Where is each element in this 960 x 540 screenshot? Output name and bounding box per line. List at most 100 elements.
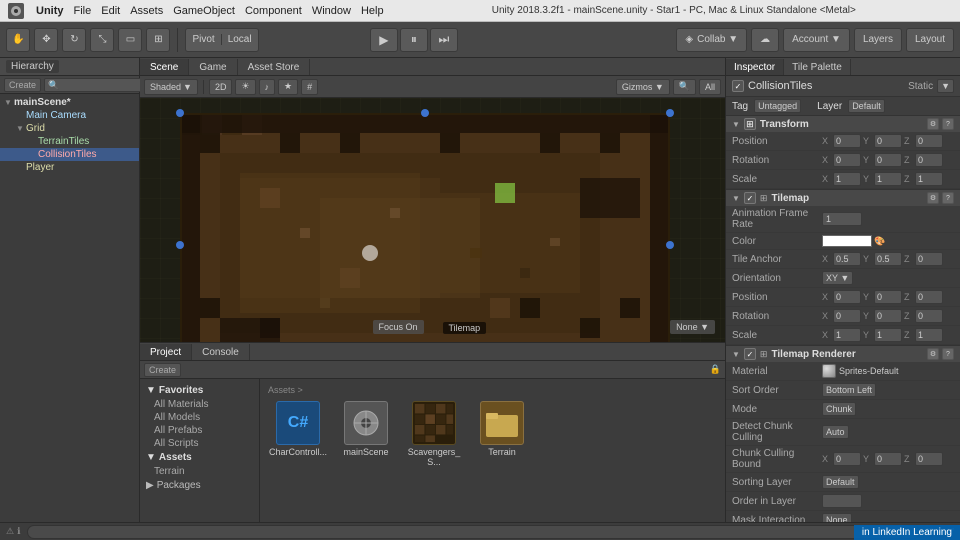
collab-button[interactable]: ◈ Collab ▼ xyxy=(676,28,747,52)
transform-help-icon[interactable]: ? xyxy=(942,118,954,130)
tab-inspector[interactable]: Inspector xyxy=(726,59,784,75)
2d-button[interactable]: 2D xyxy=(209,79,233,95)
section-tilemap-renderer-header[interactable]: ▼ ✓ ⊞ Tilemap Renderer ⚙? xyxy=(726,346,960,362)
menu-unity[interactable]: Unity xyxy=(36,5,64,17)
sort-order-dropdown[interactable]: Bottom Left xyxy=(822,383,876,397)
order-in-layer-input[interactable]: 1 xyxy=(822,494,862,508)
pivot-label[interactable]: Pivot xyxy=(186,34,221,45)
scene-grid-button[interactable]: # xyxy=(301,79,318,95)
status-search-input[interactable] xyxy=(27,525,920,539)
object-name[interactable]: CollisionTiles xyxy=(748,80,904,92)
transform-tool-button[interactable]: ⊞ xyxy=(146,28,170,52)
tree-item-mainscene[interactable]: ▼ mainScene* xyxy=(0,96,139,109)
rotate-tool-button[interactable]: ↻ xyxy=(62,28,86,52)
scale-y-input[interactable] xyxy=(874,172,902,186)
tilemap-scale-z[interactable] xyxy=(915,328,943,342)
orientation-dropdown[interactable]: XY ▼ xyxy=(822,271,853,285)
tile-anchor-x-input[interactable] xyxy=(833,252,861,266)
menu-help[interactable]: Help xyxy=(361,5,384,17)
tab-project[interactable]: Project xyxy=(140,344,192,360)
sidebar-all-scripts[interactable]: All Scripts xyxy=(140,437,259,450)
sidebar-all-prefabs[interactable]: All Prefabs xyxy=(140,424,259,437)
tree-item-terraintiles[interactable]: ▶ TerrainTiles xyxy=(0,135,139,148)
layers-button[interactable]: Layers xyxy=(854,28,902,52)
tree-item-collisiontiles[interactable]: ▶ CollisionTiles xyxy=(0,148,139,161)
menu-window[interactable]: Window xyxy=(312,5,351,17)
menu-file[interactable]: File xyxy=(74,5,92,17)
hierarchy-create-button[interactable]: Create xyxy=(4,78,41,92)
play-button[interactable]: ▶ xyxy=(370,28,398,52)
scene-fx-button[interactable]: ★ xyxy=(278,79,298,95)
tilemap-settings-icon[interactable]: ⚙ xyxy=(927,192,939,204)
asset-terrain[interactable]: Terrain xyxy=(472,401,532,467)
animation-frame-rate-input[interactable] xyxy=(822,212,862,226)
tab-tile-palette[interactable]: Tile Palette xyxy=(784,59,851,75)
menu-assets[interactable]: Assets xyxy=(130,5,163,17)
tilemap-pos-z[interactable] xyxy=(915,290,943,304)
pause-button[interactable]: ⏸ xyxy=(400,28,428,52)
renderer-help-icon[interactable]: ? xyxy=(942,348,954,360)
tilemap-rot-y[interactable] xyxy=(874,309,902,323)
rotation-x-input[interactable] xyxy=(833,153,861,167)
tab-scene[interactable]: Scene xyxy=(140,59,189,75)
renderer-enabled-checkbox[interactable]: ✓ xyxy=(744,348,756,360)
color-picker-icon[interactable]: 🎨 xyxy=(874,236,885,247)
project-create-button[interactable]: Create xyxy=(144,363,181,377)
tilemap-enabled-checkbox[interactable]: ✓ xyxy=(744,192,756,204)
sorting-layer-dropdown[interactable]: Default xyxy=(822,475,859,489)
sidebar-terrain[interactable]: Terrain xyxy=(140,465,259,478)
hand-tool-button[interactable]: ✋ xyxy=(6,28,30,52)
scene-search-input[interactable]: 🔍 xyxy=(673,79,696,95)
hierarchy-tab[interactable]: Hierarchy xyxy=(6,60,59,73)
chunk-bound-x[interactable] xyxy=(833,452,861,466)
sidebar-favorites[interactable]: ▼ Favorites xyxy=(140,383,259,398)
position-x-input[interactable] xyxy=(833,134,861,148)
mask-interaction-dropdown[interactable]: None xyxy=(822,513,852,522)
scale-x-input[interactable] xyxy=(833,172,861,186)
menu-component[interactable]: Component xyxy=(245,5,302,17)
tree-item-player[interactable]: ▶ Player xyxy=(0,161,139,174)
tilemap-help-icon[interactable]: ? xyxy=(942,192,954,204)
renderer-settings-icon[interactable]: ⚙ xyxy=(927,348,939,360)
tilemap-scale-y[interactable] xyxy=(874,328,902,342)
scale-z-input[interactable] xyxy=(915,172,943,186)
tilemap-pos-y[interactable] xyxy=(874,290,902,304)
rotation-z-input[interactable] xyxy=(915,153,943,167)
static-dropdown[interactable]: ▼ xyxy=(937,79,954,93)
detect-chunk-dropdown[interactable]: Auto xyxy=(822,425,849,439)
sidebar-assets[interactable]: ▼ Assets xyxy=(140,450,259,465)
rotation-y-input[interactable] xyxy=(874,153,902,167)
tab-game[interactable]: Game xyxy=(189,59,237,75)
tilemap-rot-x[interactable] xyxy=(833,309,861,323)
move-tool-button[interactable]: ✥ xyxy=(34,28,58,52)
section-tilemap-header[interactable]: ▼ ✓ ⊞ Tilemap ⚙? xyxy=(726,190,960,206)
focus-on-button[interactable]: Focus On xyxy=(373,320,424,334)
chunk-bound-y[interactable] xyxy=(874,452,902,466)
tilemap-pos-x[interactable] xyxy=(833,290,861,304)
scene-light-button[interactable]: ☀ xyxy=(235,79,255,95)
section-transform-header[interactable]: ▼ ⊞ Transform ⚙ ? xyxy=(726,116,960,132)
shaded-dropdown[interactable]: Shaded ▼ xyxy=(144,79,198,95)
tile-anchor-z-input[interactable] xyxy=(915,252,943,266)
layer-dropdown[interactable]: Default xyxy=(848,99,885,113)
tile-anchor-y-input[interactable] xyxy=(874,252,902,266)
account-button[interactable]: Account ▼ xyxy=(783,28,850,52)
local-label[interactable]: Local xyxy=(222,34,258,45)
mode-dropdown[interactable]: Chunk xyxy=(822,402,856,416)
chunk-bound-z[interactable] xyxy=(915,452,943,466)
tilemap-rot-z[interactable] xyxy=(915,309,943,323)
sidebar-packages[interactable]: ▶ Packages xyxy=(140,478,259,493)
color-swatch[interactable] xyxy=(822,235,872,247)
tree-item-grid[interactable]: ▼ Grid xyxy=(0,122,139,135)
tree-item-maincamera[interactable]: ▶ Main Camera xyxy=(0,109,139,122)
renderer-material-name[interactable]: Sprites-Default xyxy=(839,366,899,376)
scene-viewport[interactable]: Focus On Tilemap None ▼ xyxy=(140,98,725,342)
cloud-button[interactable]: ☁ xyxy=(751,28,779,52)
asset-charcontroller[interactable]: C# CharControll... xyxy=(268,401,328,467)
rect-tool-button[interactable]: ▭ xyxy=(118,28,142,52)
transform-settings-icon[interactable]: ⚙ xyxy=(927,118,939,130)
tab-asset-store[interactable]: Asset Store xyxy=(238,59,311,75)
position-y-input[interactable] xyxy=(874,134,902,148)
scale-tool-button[interactable]: ⤡ xyxy=(90,28,114,52)
asset-scavengers[interactable]: Scavengers_S... xyxy=(404,401,464,467)
